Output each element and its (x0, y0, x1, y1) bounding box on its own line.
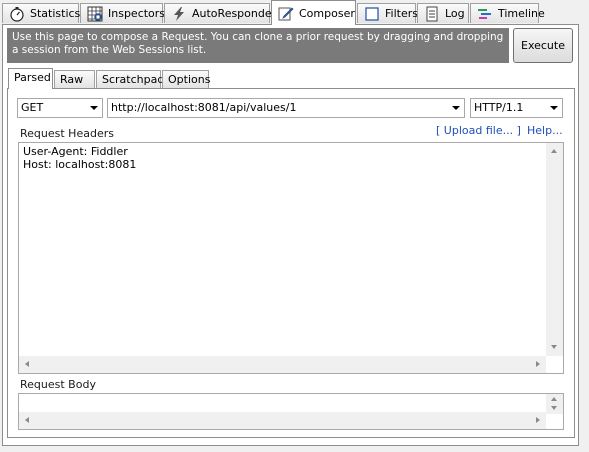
tab-statistics[interactable]: Statistics (2, 3, 81, 23)
subtab-options[interactable]: Options (162, 70, 210, 88)
http-version-dropdown[interactable]: HTTP/1.1 (470, 98, 563, 118)
tab-inspectors[interactable]: Inspectors (80, 3, 166, 23)
headers-horizontal-scrollbar[interactable] (19, 356, 546, 373)
tab-log[interactable]: Log (417, 3, 469, 23)
pencil-icon (278, 5, 294, 21)
method-dropdown[interactable]: GET (17, 98, 103, 118)
request-body-textarea[interactable] (18, 393, 564, 430)
scroll-right-icon[interactable] (536, 361, 540, 367)
execute-button[interactable]: Execute (513, 28, 573, 63)
tab-label: Inspectors (108, 7, 166, 20)
timeline-icon (477, 6, 493, 22)
upload-file-link[interactable]: [ Upload file... ] (436, 124, 521, 137)
chevron-down-icon (550, 106, 558, 110)
url-input[interactable]: http://localhost:8081/api/values/1 (107, 98, 465, 118)
tab-label: Log (445, 7, 465, 20)
tab-label: Composer (299, 6, 355, 20)
tab-composer[interactable]: Composer (271, 0, 356, 25)
tab-label: Statistics (30, 7, 81, 20)
stopwatch-icon (9, 6, 25, 22)
tab-filters[interactable]: Filters (357, 3, 418, 23)
scroll-down-icon[interactable] (551, 345, 557, 349)
scroll-left-icon[interactable] (25, 417, 29, 423)
tab-label: Timeline (498, 7, 545, 20)
scroll-right-icon[interactable] (536, 417, 540, 423)
url-value: http://localhost:8081/api/values/1 (111, 101, 297, 114)
scroll-up-icon[interactable] (551, 397, 557, 401)
chevron-down-icon (452, 106, 460, 110)
main-tab-strip: Statistics Inspectors AutoResponder Comp… (0, 0, 589, 25)
tab-autoresponder[interactable]: AutoResponder (164, 3, 276, 23)
checkbox-icon (364, 6, 380, 22)
method-value: GET (21, 101, 44, 114)
request-body-label: Request Body (20, 378, 96, 391)
scroll-left-icon[interactable] (25, 361, 29, 367)
composer-info-banner: Use this page to compose a Request. You … (7, 28, 509, 63)
body-horizontal-scrollbar[interactable] (19, 412, 546, 429)
help-link[interactable]: Help... (527, 124, 563, 137)
http-version-value: HTTP/1.1 (474, 101, 524, 114)
headers-vertical-scrollbar[interactable] (546, 143, 563, 356)
inspectors-grid-icon (87, 6, 103, 22)
subtab-scratchpad[interactable]: Scratchpad (96, 70, 164, 88)
document-icon (424, 6, 440, 22)
scroll-down-icon[interactable] (551, 406, 557, 410)
body-vertical-scrollbar[interactable] (546, 394, 563, 414)
request-headers-text: User-Agent: Fiddler Host: localhost:8081 (23, 145, 137, 171)
subtab-raw[interactable]: Raw (54, 70, 95, 88)
tab-label: AutoResponder (192, 7, 277, 20)
tab-label: Filters (385, 7, 418, 20)
chevron-down-icon (90, 106, 98, 110)
request-headers-textarea[interactable]: User-Agent: Fiddler Host: localhost:8081 (18, 142, 564, 374)
tab-timeline[interactable]: Timeline (470, 3, 545, 23)
request-headers-label: Request Headers (20, 127, 114, 140)
subtab-parsed[interactable]: Parsed (8, 68, 53, 89)
scroll-up-icon[interactable] (551, 149, 557, 153)
lightning-icon (171, 6, 187, 22)
